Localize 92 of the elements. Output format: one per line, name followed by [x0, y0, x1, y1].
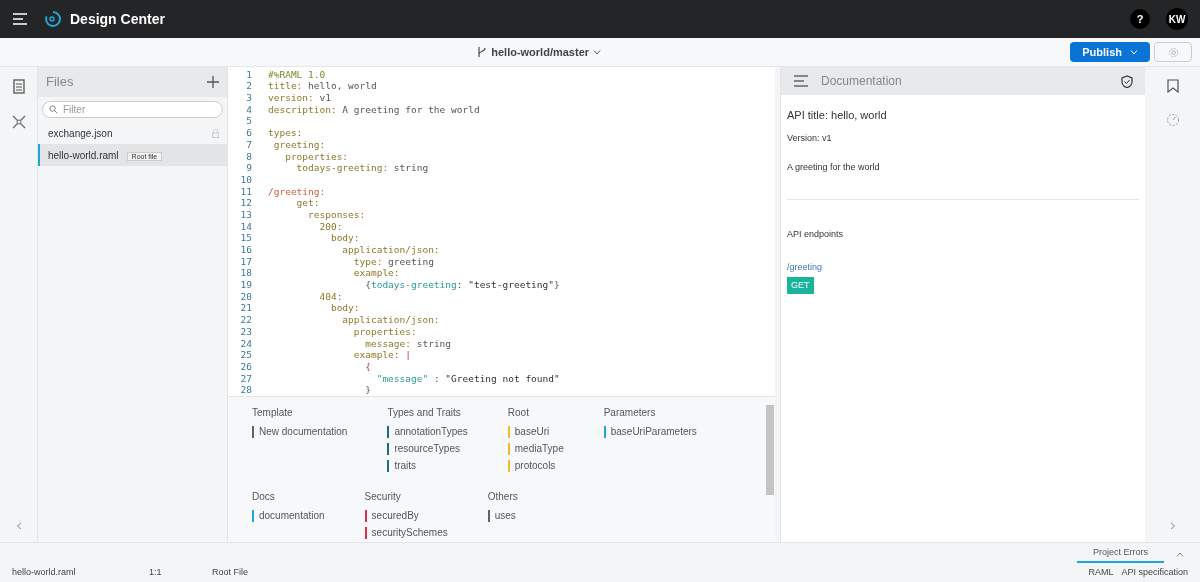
- menu-icon[interactable]: [12, 12, 28, 26]
- caret-up-icon[interactable]: [1176, 552, 1184, 557]
- chevron-down-icon: [593, 49, 602, 55]
- line-number: 11: [239, 184, 253, 199]
- settings-button[interactable]: [1154, 42, 1192, 62]
- line-number: 2: [245, 79, 253, 94]
- line-number: 5: [245, 114, 253, 129]
- code-line: body:: [329, 301, 360, 316]
- shelf-heading: Docs: [252, 490, 276, 504]
- api-title: API title: hello, world: [787, 108, 888, 123]
- shelf-item[interactable]: uses: [494, 508, 516, 523]
- user-avatar[interactable]: KW: [1166, 8, 1188, 30]
- line-number: 18: [239, 266, 253, 281]
- filter-field[interactable]: Filter: [42, 101, 223, 118]
- status-language: RAML: [1088, 565, 1114, 579]
- line-number: 27: [239, 371, 253, 386]
- code-line: {: [364, 360, 371, 374]
- chevron-down-icon: [1130, 49, 1138, 55]
- code-line: title: hello, world: [268, 79, 377, 94]
- publish-button[interactable]: Publish: [1070, 42, 1150, 62]
- documentation-title: Documentation: [821, 73, 903, 90]
- shelf-item[interactable]: baseUriParameters: [610, 424, 697, 439]
- shelf-heading: Security: [364, 490, 402, 504]
- status-file: hello-world.raml: [12, 565, 77, 579]
- code-line: greeting:: [272, 138, 326, 152]
- files-title: Files: [46, 73, 75, 92]
- shelf-item[interactable]: securedBy: [371, 508, 419, 523]
- code-line: /greeting:: [268, 184, 326, 199]
- line-number: 1: [245, 67, 253, 82]
- code-line: }: [364, 383, 371, 396]
- shelf-item[interactable]: protocols: [514, 458, 556, 473]
- shelf-item[interactable]: securitySchemes: [371, 525, 448, 540]
- shelf-item[interactable]: mediaType: [514, 441, 564, 456]
- line-number: 8: [245, 149, 253, 164]
- endpoints-heading: API endpoints: [787, 227, 845, 241]
- app-title: Design Center: [70, 9, 165, 29]
- help-button[interactable]: ?: [1130, 9, 1150, 29]
- shelf-item[interactable]: annotationTypes: [394, 424, 468, 439]
- shelf-item[interactable]: New documentation: [259, 424, 348, 439]
- shelf-heading: Template: [252, 406, 294, 420]
- code-line: todays-greeting: string: [295, 162, 429, 176]
- shelf-heading: Root: [507, 406, 530, 420]
- shelf-item[interactable]: resourceTypes: [394, 441, 460, 456]
- code-line: types:: [268, 126, 303, 141]
- line-number: 14: [239, 219, 253, 234]
- scrollbar-thumb[interactable]: [766, 405, 774, 495]
- shelf-heading: Parameters: [603, 406, 657, 420]
- code-line: application/json:: [341, 243, 440, 258]
- code-line: application/json:: [341, 313, 440, 328]
- line-number: 15: [239, 231, 253, 246]
- project-errors-tab[interactable]: Project Errors: [1077, 545, 1164, 563]
- code-line: "message" : "Greeting not found": [375, 371, 560, 386]
- code-line: 404:: [318, 289, 343, 304]
- outline-icon[interactable]: [793, 74, 809, 88]
- api-description: A greeting for the world: [787, 161, 881, 174]
- shelf-item[interactable]: traits: [394, 458, 417, 473]
- branch-icon: [477, 46, 488, 58]
- code-line: {todays-greeting: "test-greeting"}: [364, 278, 560, 293]
- add-icon[interactable]: [207, 76, 219, 88]
- code-line: 200:: [318, 220, 343, 234]
- code-line: type: greeting: [352, 255, 434, 269]
- code-line: #%RAML 1.0: [268, 67, 326, 82]
- gauge-icon[interactable]: [1165, 113, 1180, 127]
- shelf-item[interactable]: baseUri: [514, 424, 550, 439]
- code-line: properties:: [284, 150, 349, 164]
- line-number: 24: [239, 336, 253, 351]
- search-icon: [49, 105, 58, 114]
- code-line: properties:: [352, 325, 417, 339]
- shelf-item[interactable]: documentation: [259, 508, 325, 523]
- line-number: 21: [239, 301, 253, 316]
- code-line: example: |: [352, 349, 411, 363]
- code-line: example:: [352, 267, 400, 281]
- status-role: Root File: [212, 565, 249, 579]
- document-icon[interactable]: [12, 79, 25, 94]
- status-kind: API specification: [1121, 565, 1188, 579]
- logo-icon: [44, 10, 62, 28]
- api-version: Version: v1: [787, 131, 833, 145]
- network-icon[interactable]: [10, 114, 27, 130]
- endpoint-link[interactable]: /greeting: [787, 261, 823, 275]
- file-item[interactable]: exchange.json: [38, 122, 227, 144]
- line-number: 28: [239, 383, 253, 396]
- code-line: body:: [329, 231, 360, 246]
- status-position: 1:1: [149, 565, 163, 579]
- shield-check-icon[interactable]: [1121, 74, 1133, 88]
- branch-selector[interactable]: hello-world/master: [477, 43, 602, 61]
- code-line: message: string: [364, 337, 452, 351]
- shelf-heading: Others: [487, 490, 518, 504]
- code-line: responses:: [307, 208, 366, 222]
- shelf-heading: Types and Traits: [387, 406, 462, 420]
- bookmark-icon[interactable]: [1166, 79, 1179, 93]
- settings-icon: [1167, 46, 1179, 58]
- code-line: get:: [295, 197, 320, 211]
